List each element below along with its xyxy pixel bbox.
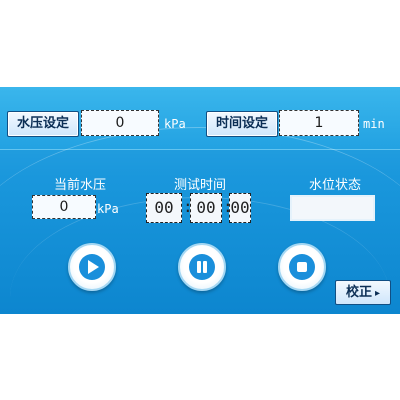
pause-bar-left <box>197 261 201 273</box>
water-level-indicator <box>290 195 375 221</box>
calibrate-button[interactable]: 校正 ▸ <box>335 280 391 305</box>
current-pressure-label: 当前水压 <box>53 178 106 193</box>
test-time-minutes: 00 <box>190 193 222 223</box>
water-level-label: 水位状态 <box>308 178 361 193</box>
water-pressure-setting-input[interactable]: 0 <box>81 110 159 136</box>
play-button[interactable] <box>68 243 116 291</box>
test-time-seconds: 00 <box>229 193 251 223</box>
test-time-label: 测试时间 <box>173 178 226 193</box>
pause-bar-right <box>203 261 207 273</box>
time-setting-unit: min <box>363 117 385 131</box>
play-icon <box>79 254 105 280</box>
stop-square <box>297 262 307 272</box>
water-pressure-setting-button[interactable]: 水压设定 <box>7 111 79 137</box>
stop-button[interactable] <box>278 243 326 291</box>
calibrate-label: 校正 <box>345 285 372 300</box>
stop-icon <box>289 254 315 280</box>
test-time-hours: 00 <box>146 193 182 223</box>
pause-icon <box>189 254 215 280</box>
current-pressure-unit: kPa <box>97 202 119 216</box>
water-pressure-setting-unit: kPa <box>164 117 186 131</box>
time-setting-input[interactable]: 1 <box>279 110 359 136</box>
time-setting-button[interactable]: 时间设定 <box>206 111 278 137</box>
current-pressure-display: 0 <box>32 195 96 219</box>
pause-button[interactable] <box>178 243 226 291</box>
arrow-right-icon: ▸ <box>374 288 381 299</box>
